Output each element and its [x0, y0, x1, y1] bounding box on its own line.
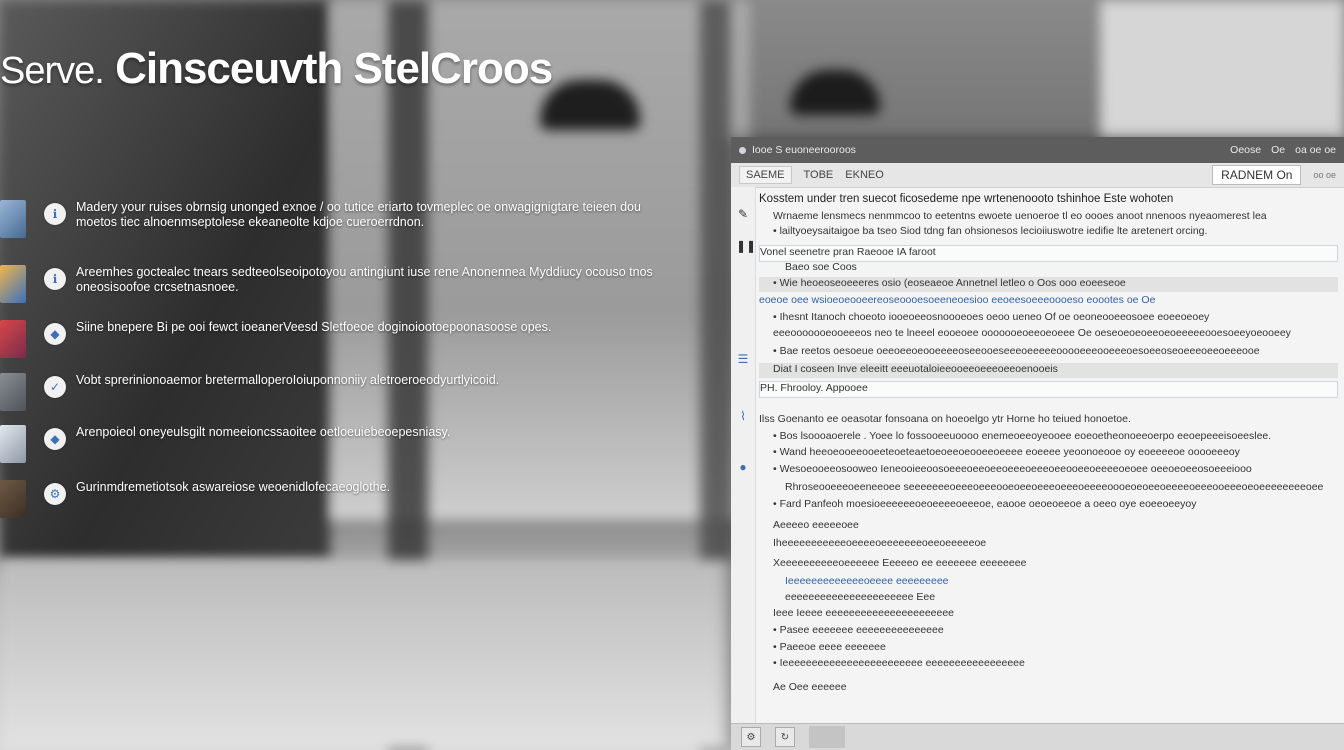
- list-icon[interactable]: ☰: [736, 352, 750, 366]
- feature-text: Arenpoieol oneyeulsgilt nomeeioncssaoite…: [76, 425, 451, 439]
- document-line: • Wie heoeoseoeeeres osio (eoseaeoe Anne…: [759, 277, 1338, 292]
- toolbar-options[interactable]: oo oe: [1313, 170, 1336, 180]
- page-title-main: Cinsceuvth StelCroos: [115, 44, 553, 93]
- feature-thumbnail: [0, 200, 26, 238]
- feature-item: ⚙ Gurinmdremetiotsok aswareiose weoenidl…: [0, 480, 390, 518]
- document-line: Wrnaeme lensmecs nenmmcoo to eetentns ew…: [773, 210, 1267, 222]
- pause-icon[interactable]: ❚❚: [736, 239, 756, 253]
- checkmark-icon: ✓: [44, 376, 66, 398]
- feature-item: ℹ Areemhes goctealec tnears sedteeolseoi…: [0, 265, 676, 303]
- tab-tobe[interactable]: TOBE: [804, 169, 834, 181]
- refresh-icon[interactable]: ↻: [775, 727, 795, 747]
- document-line: eeeeeeeeeeeeeeeeeeeeee Eee: [785, 591, 936, 603]
- document-line: eoeoe oee wsioeoeooeereoseoooesoeeneoesi…: [759, 294, 1156, 306]
- feature-text: Madery your ruises obrnsig unonged exnoe…: [76, 200, 641, 229]
- document-line: • Wand heeoeooeeooeeteoeteaetoeoeeoeooee…: [773, 446, 1240, 458]
- page-title-prefix: Serve.: [0, 50, 105, 92]
- document-line: Ieee Ieeee eeeeeeeeeeeeeeeeeeeeee: [773, 607, 955, 619]
- document-line: Vonel seenetre pran Raeooe IA faroot: [759, 245, 1338, 262]
- feature-text: Gurinmdremetiotsok aswareiose weoenidlof…: [76, 480, 391, 494]
- titlebar-item[interactable]: Oeose: [1230, 144, 1261, 156]
- document-line: Ieeeeeeeeeeeeeoeeee eeeeeeeee: [785, 575, 949, 587]
- app-window: Iooe S euoneerooroos Oeose Oe oa oe oe S…: [731, 137, 1344, 750]
- side-gutter: ✎ ❚❚ ☰ ⌇ ●: [731, 187, 756, 750]
- feature-text: Areemhes goctealec tnears sedteeolseoipo…: [76, 265, 653, 294]
- document-line: • Bae reetos oesoeue oeeoeeoeooeeeeoseeo…: [773, 345, 1260, 357]
- feature-thumbnail: [0, 320, 26, 358]
- document-line: • lailtyoeysaitaigoe ba tseo Siod tdng f…: [773, 225, 1208, 237]
- background-bright-area: [1100, 0, 1344, 140]
- titlebar-item[interactable]: Oe: [1271, 144, 1285, 156]
- feature-icon: ℹ: [44, 268, 66, 290]
- document-line: • Fard Panfeoh moesioeeeeeeoeoeeeeoeeeoe…: [773, 498, 1197, 510]
- document-line: Aeeeeo eeeeeoee: [773, 519, 859, 531]
- document-line: eeeooooooeooeeeos neo te lneeel eooeoee …: [773, 327, 1291, 339]
- document-line: Kosstem under tren suecot ficosedeme npe…: [759, 193, 1174, 205]
- document-content[interactable]: Kosstem under tren suecot ficosedeme npe…: [759, 193, 1338, 720]
- document-line: • Wesoeooeeosooweo Ieneooieeoosoeeeoeeoe…: [773, 463, 1252, 475]
- window-titlebar: Iooe S euoneerooroos Oeose Oe oa oe oe: [731, 137, 1344, 163]
- document-line: Diat I coseen Inve eleeitt eeeuotaloieeo…: [759, 363, 1338, 378]
- settings-icon[interactable]: ⚙: [741, 727, 761, 747]
- feature-thumbnail: [0, 425, 26, 463]
- page-title: Serve. Cinsceuvth StelCroos: [0, 44, 553, 94]
- document-line: Xeeeeeeeeeeoeeeeee Eeeeeo ee eeeeeee eee…: [773, 557, 1027, 569]
- paperclip-icon[interactable]: ⌇: [736, 409, 750, 423]
- feature-text: Siine bnepere Bi pe ooi fewct ioeanerVee…: [76, 320, 552, 334]
- window-controls[interactable]: oa oe oe: [1295, 144, 1336, 156]
- status-panel[interactable]: [809, 726, 845, 748]
- window-toolbar: SAEME TOBE EKNEO RADNEM On oo oe: [731, 163, 1344, 188]
- document-line: Rhroseooeeeoeeneeoee seeeeeeeoeeeoeeeooe…: [785, 481, 1324, 493]
- document-line: Ilss Goenanto ee oeasotar fonsoana on ho…: [759, 413, 1131, 425]
- shield-icon: ◆: [44, 323, 66, 345]
- feature-thumbnail: [0, 265, 26, 303]
- document-line: • Ieeeeeeeeeeeeeeeeeeeeeeee eeeeeeeeeeee…: [773, 657, 1025, 669]
- search-field[interactable]: RADNEM On: [1212, 165, 1302, 185]
- document-line: • Bos lsoooaoerele . Yoee lo fossooeeuoo…: [773, 430, 1272, 442]
- feature-thumbnail: [0, 373, 26, 411]
- feature-item: ✓ Vobt sprerinionoaemor bretermalloperoI…: [0, 373, 499, 411]
- document-line: Ae Oee eeeeee: [773, 681, 847, 693]
- window-title: Iooe S euoneerooroos: [752, 144, 856, 156]
- feature-text: Vobt sprerinionoaemor bretermalloperoIoi…: [76, 373, 500, 387]
- document-line: • Pasee eeeeeee eeeeeeeeeeeeeee: [773, 624, 944, 636]
- drop-icon[interactable]: ●: [736, 460, 750, 474]
- document-line: • Ihesnt Itanoch choeoto iooeoeeosnoooeo…: [773, 311, 1210, 323]
- gear-icon: ⚙: [44, 483, 66, 505]
- feature-icon: ℹ: [44, 203, 66, 225]
- app-icon: [739, 146, 746, 154]
- tab-ekneo[interactable]: EKNEO: [845, 169, 884, 181]
- tab-saeme[interactable]: SAEME: [739, 166, 792, 184]
- pen-icon[interactable]: ✎: [736, 207, 750, 221]
- status-bar: ⚙ ↻: [731, 723, 1344, 750]
- document-line: PH. Fhrooloy. Appooee: [759, 381, 1338, 398]
- feature-item: ◆ Arenpoieol oneyeulsgilt nomeeioncssaoi…: [0, 425, 450, 463]
- document-line: Baeo soe Coos: [785, 261, 857, 273]
- background-lamp: [790, 70, 880, 115]
- shield-icon: ◆: [44, 428, 66, 450]
- document-line: Iheeeeeeeeeeeoeeeeoeeeeeeeoeeoeeeeeoe: [773, 537, 987, 549]
- feature-thumbnail: [0, 480, 26, 518]
- feature-item: ◆ Siine bnepere Bi pe ooi fewct ioeanerV…: [0, 320, 551, 358]
- feature-item: ℹ Madery your ruises obrnsig unonged exn…: [0, 200, 676, 238]
- document-line: • Paeeoe eeee eeeeeee: [773, 641, 886, 653]
